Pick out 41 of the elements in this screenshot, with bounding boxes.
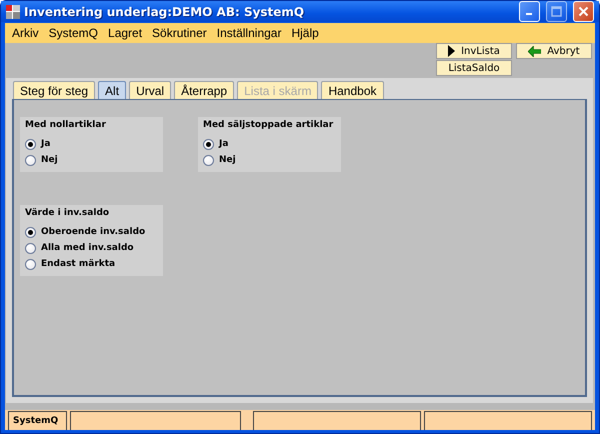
radio-button[interactable]	[25, 138, 36, 150]
toolbar-button[interactable]: Avbryt	[516, 43, 592, 59]
radio-button[interactable]	[25, 258, 36, 270]
menu-item[interactable]: Sökrutiner	[147, 26, 212, 40]
radio-button[interactable]	[203, 154, 214, 166]
radio-button[interactable]	[25, 242, 36, 254]
play-icon	[448, 45, 456, 57]
close-button[interactable]	[573, 1, 594, 22]
radio-button[interactable]	[203, 138, 214, 150]
menu-item[interactable]: Arkiv	[7, 26, 44, 40]
radio-label[interactable]: Alla med inv.saldo	[41, 243, 134, 253]
radio-button[interactable]	[25, 154, 36, 166]
close-icon	[578, 6, 589, 17]
group-title: Värde i inv.saldo	[25, 208, 110, 219]
menu-item[interactable]: Hjälp	[286, 26, 324, 40]
arrow-left-icon	[528, 46, 542, 56]
radio-button[interactable]	[25, 226, 36, 238]
radio-label[interactable]: Nej	[41, 155, 58, 165]
maximize-button[interactable]	[546, 1, 567, 22]
tab[interactable]: Alt	[98, 81, 126, 99]
menu-item[interactable]: Inställningar	[212, 26, 286, 40]
radio-label[interactable]: Endast märkta	[41, 259, 116, 269]
radio-label[interactable]: Ja	[41, 139, 50, 149]
tab[interactable]: Handbok	[321, 81, 384, 99]
maximize-icon	[551, 6, 562, 17]
tab[interactable]: Steg för steg	[13, 81, 96, 99]
menu-item[interactable]: SystemQ	[44, 26, 104, 40]
toolbar-button[interactable]: InvLista	[436, 43, 512, 59]
radio-label[interactable]: Ja	[219, 139, 228, 149]
toolbar-button[interactable]: ListaSaldo	[436, 60, 512, 76]
group-title: Med säljstoppade artiklar	[203, 120, 334, 131]
app-icon	[6, 4, 20, 18]
tab[interactable]: Urval	[129, 81, 172, 99]
window-title: Inventering underlag:DEMO AB: SystemQ	[24, 4, 306, 18]
radio-label[interactable]: Nej	[219, 155, 236, 165]
group-title: Med nollartiklar	[25, 120, 107, 131]
menu-item[interactable]: Lagret	[103, 26, 148, 40]
minimize-button[interactable]	[519, 1, 540, 22]
tab[interactable]: Återrapp	[174, 81, 234, 99]
status-pane: SystemQ	[8, 411, 67, 430]
radio-label[interactable]: Oberoende inv.saldo	[41, 227, 146, 237]
